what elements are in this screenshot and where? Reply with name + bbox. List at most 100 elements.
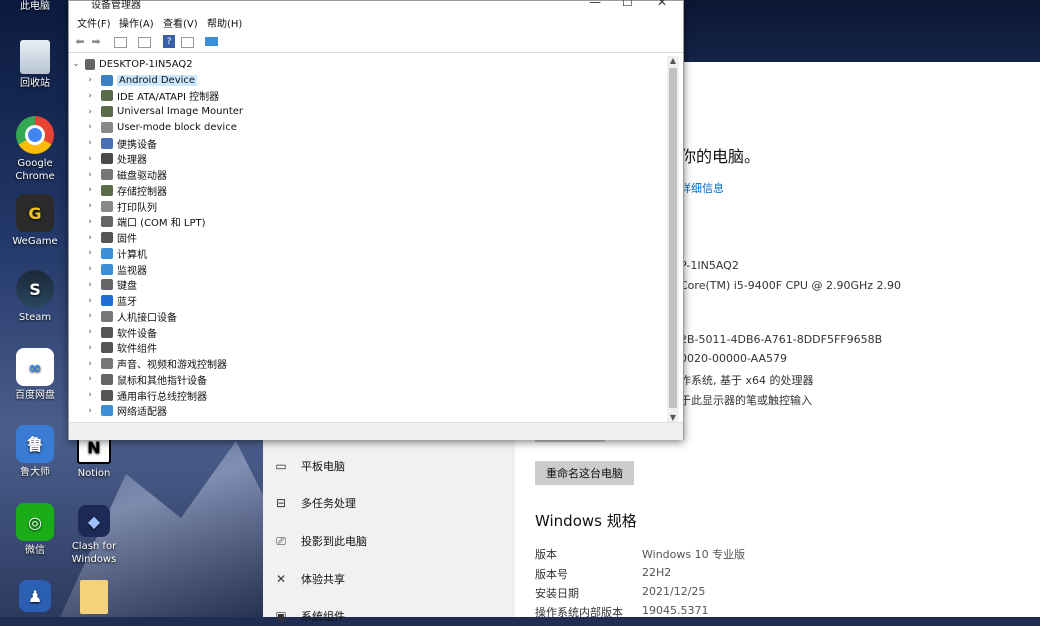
expand-icon[interactable]: › — [85, 327, 95, 337]
folder-icon — [80, 580, 108, 614]
desktop-icon-baidu-netdisk[interactable]: ∞ 百度网盘 — [5, 348, 65, 402]
tree-item[interactable]: › 网络适配器 — [85, 403, 666, 419]
menu-view[interactable]: 查看(V) — [163, 15, 198, 30]
scroll-up-icon[interactable]: ▲ — [667, 56, 679, 65]
tree-item[interactable]: › 打印队列 — [85, 198, 666, 214]
expand-icon[interactable]: › — [85, 91, 95, 101]
expand-icon[interactable]: › — [85, 311, 95, 321]
nav-item-tablet[interactable]: ▭ 平板电脑 — [273, 456, 345, 476]
device-category-icon — [101, 263, 113, 275]
desktop-icon-wegame[interactable]: G WeGame — [5, 194, 65, 248]
properties-icon[interactable] — [138, 37, 151, 48]
minimize-button[interactable]: — — [589, 0, 601, 9]
expand-icon[interactable]: › — [85, 185, 95, 195]
desktop-icon-app-bottom-left[interactable]: ♟ — [5, 580, 65, 615]
tree-item[interactable]: › 计算机 — [85, 245, 666, 261]
tree-item[interactable]: › User-mode block device — [85, 119, 666, 135]
expand-icon[interactable]: › — [85, 75, 95, 85]
product-id-value: 0020-00000-AA579 — [680, 352, 788, 365]
scrollbar-thumb[interactable] — [669, 68, 677, 408]
tree-item[interactable]: › 通用串行总线控制器 — [85, 387, 666, 403]
expand-icon[interactable]: › — [85, 201, 95, 211]
tablet-icon: ▭ — [275, 459, 287, 473]
menu-file[interactable]: 文件(F) — [77, 15, 111, 30]
tree-item-label: 固件 — [117, 234, 137, 245]
view-icon[interactable] — [181, 37, 194, 48]
expand-icon[interactable]: › — [85, 296, 95, 306]
details-link[interactable]: 详细信息 — [680, 180, 724, 196]
expand-icon[interactable]: › — [85, 138, 95, 148]
spec-value: Windows 10 专业版 — [642, 548, 746, 561]
scan-hardware-icon[interactable] — [205, 37, 218, 46]
tree-item[interactable]: › 人机接口设备 — [85, 308, 666, 324]
desktop-icon-steam[interactable]: S Steam — [5, 270, 65, 324]
vertical-scrollbar[interactable]: ▲ ▼ — [667, 56, 679, 422]
close-button[interactable]: ✕ — [657, 0, 667, 9]
expand-icon[interactable]: › — [85, 122, 95, 132]
desktop-icon-this-pc[interactable]: 此电脑 — [5, 0, 65, 13]
desktop-icon-clash[interactable]: ◆ Clash for Windows — [64, 505, 124, 566]
scroll-down-icon[interactable]: ▼ — [667, 413, 679, 422]
device-category-icon — [101, 326, 113, 338]
expand-icon[interactable]: › — [85, 107, 95, 117]
tree-item[interactable]: › 处理器 — [85, 151, 666, 167]
tree-item[interactable]: › IDE ATA/ATAPI 控制器 — [85, 88, 666, 104]
tree-item[interactable]: › 蓝牙 — [85, 293, 666, 309]
windows-spec-title: Windows 规格 — [535, 512, 637, 530]
expand-icon[interactable]: › — [85, 248, 95, 258]
expand-icon[interactable]: › — [85, 359, 95, 369]
expand-icon[interactable]: › — [85, 390, 95, 400]
device-name-value: P-1IN5AQ2 — [680, 259, 739, 272]
tree-item[interactable]: › 鼠标和其他指针设备 — [85, 371, 666, 387]
tree-item[interactable]: › 键盘 — [85, 277, 666, 293]
expand-icon[interactable]: › — [85, 217, 95, 227]
nav-item-system-components[interactable]: ▣ 系统组件 — [273, 606, 345, 626]
tree-item[interactable]: › Android Device — [85, 72, 666, 88]
menu-help[interactable]: 帮助(H) — [207, 15, 242, 30]
expand-icon[interactable]: › — [85, 406, 95, 416]
collapse-icon[interactable]: ⌄ — [71, 59, 81, 69]
tree-root[interactable]: ⌄ DESKTOP-1IN5AQ2 — [71, 56, 661, 72]
device-category-icon — [101, 200, 113, 212]
tree-item[interactable]: › 端口 (COM 和 LPT) — [85, 214, 666, 230]
tree-item-label: 计算机 — [117, 249, 147, 261]
tree-item[interactable]: › 软件组件 — [85, 340, 666, 356]
back-icon[interactable]: ⬅ — [73, 35, 87, 48]
tree-item[interactable]: › 软件设备 — [85, 324, 666, 340]
show-hide-console-tree-icon[interactable] — [114, 37, 127, 48]
forward-icon[interactable]: ➡ — [89, 35, 103, 48]
tree-item[interactable]: › 便携设备 — [85, 135, 666, 151]
app-icon: ♟ — [19, 580, 51, 612]
expand-icon[interactable]: › — [85, 374, 95, 384]
device-category-icon — [101, 405, 113, 417]
maximize-button[interactable]: ☐ — [622, 0, 633, 9]
desktop-icon-label: 回收站 — [20, 78, 50, 89]
tree-item[interactable]: › 固件 — [85, 230, 666, 246]
tree-item[interactable]: › 监视器 — [85, 261, 666, 277]
menu-action[interactable]: 操作(A) — [119, 15, 154, 30]
expand-icon[interactable]: › — [85, 233, 95, 243]
tree-item[interactable]: › 磁盘驱动器 — [85, 167, 666, 183]
tree-item[interactable]: › 声音、视频和游戏控制器 — [85, 356, 666, 372]
nav-item-shared-experiences[interactable]: ✕ 体验共享 — [273, 569, 345, 589]
desktop-icon-ludashi[interactable]: 鲁 鲁大师 — [5, 425, 65, 479]
desktop-icon-chrome[interactable]: Google Chrome — [5, 116, 65, 183]
nav-item-multitasking[interactable]: ⊟ 多任务处理 — [273, 493, 356, 513]
expand-icon[interactable]: › — [85, 154, 95, 164]
rename-pc-button[interactable]: 重命名这台电脑 — [535, 461, 634, 485]
tree-item[interactable]: › Universal Image Mounter — [85, 104, 666, 120]
desktop-icon-label: 鲁大师 — [20, 467, 50, 478]
tree-item[interactable]: › 存储控制器 — [85, 182, 666, 198]
nav-item-project[interactable]: ⎚ 投影到此电脑 — [273, 531, 367, 551]
desktop-icon-label: WeGame — [12, 236, 58, 247]
expand-icon[interactable]: › — [85, 280, 95, 290]
desktop-icon-wechat[interactable]: ◎ 微信 — [5, 503, 65, 557]
desktop-icon-label: Clash for Windows — [71, 541, 117, 565]
desktop-icon-folder[interactable] — [64, 580, 124, 617]
expand-icon[interactable]: › — [85, 170, 95, 180]
help-icon[interactable]: ? — [163, 35, 175, 48]
expand-icon[interactable]: › — [85, 343, 95, 353]
settings-nav-panel: ▭ 平板电脑 ⊟ 多任务处理 ⎚ 投影到此电脑 ✕ 体验共享 ▣ 系统组件 — [263, 438, 515, 623]
expand-icon[interactable]: › — [85, 264, 95, 274]
desktop-icon-recycle-bin[interactable]: 回收站 — [5, 40, 65, 90]
